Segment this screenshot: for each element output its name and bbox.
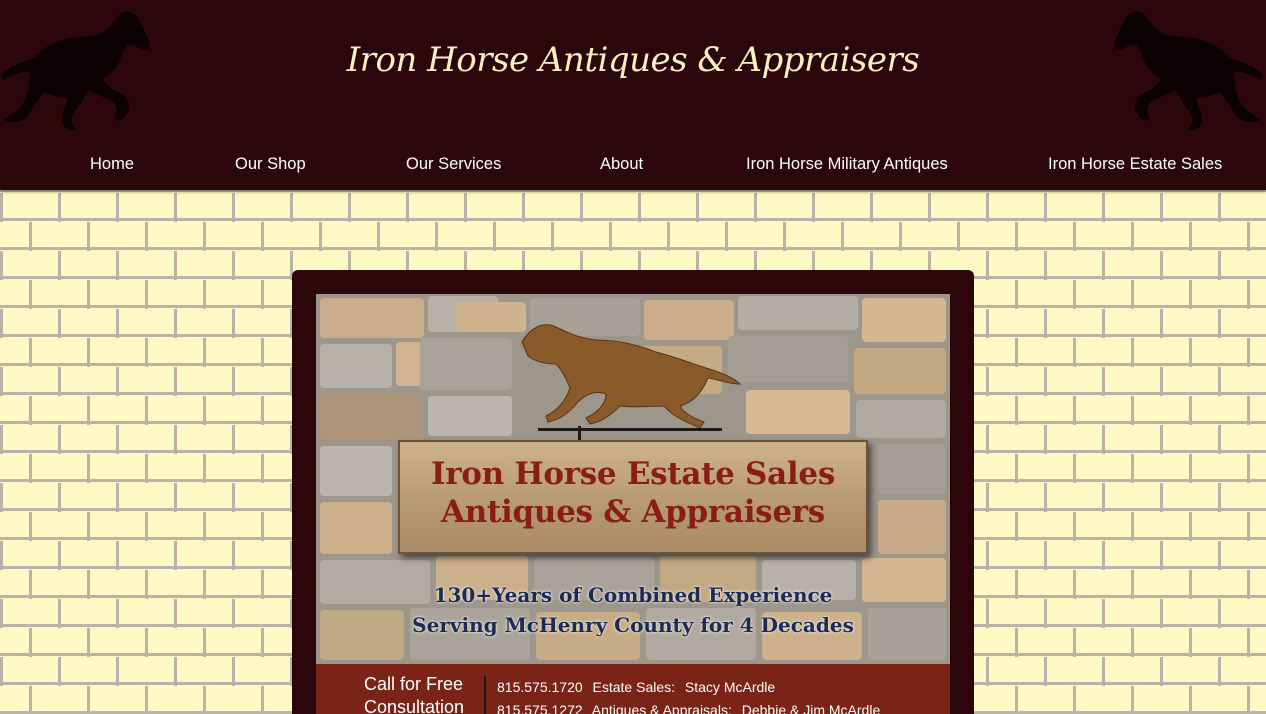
contact-names: Stacy McArdle: [684, 679, 776, 695]
contact-phone: 815.575.1272: [497, 702, 583, 714]
wooden-sign: Iron Horse Estate Sales Antiques & Appra…: [398, 440, 868, 554]
contact-band: Call for Free Consultation 815.575.1720 …: [316, 664, 950, 714]
nav-link-estate-sales[interactable]: Iron Horse Estate Sales: [1048, 155, 1222, 174]
sign-line-2: Antiques & Appraisers: [441, 494, 825, 530]
brick-row: [0, 193, 1266, 222]
tagline-experience: 130+Years of Combined Experience: [433, 583, 833, 607]
business-ad-image[interactable]: Iron Horse Estate Sales Antiques & Appra…: [316, 294, 950, 714]
tagline-service-area: Serving McHenry County for 4 Decades: [412, 613, 854, 637]
cta-line-1: Call for Free: [364, 674, 464, 694]
horse-silhouette-icon: [1114, 11, 1263, 131]
nav-link-military-antiques[interactable]: Iron Horse Military Antiques: [746, 155, 948, 174]
contact-divider: [484, 676, 486, 714]
nav-link-about[interactable]: About: [600, 155, 643, 174]
nav-link-our-shop[interactable]: Our Shop: [235, 155, 306, 174]
cta-line-2: Consultation: [364, 697, 465, 714]
contact-role: Antiques & Appraisals:: [591, 702, 732, 714]
nav-link-home[interactable]: Home: [90, 155, 134, 174]
contact-row-antiques: 815.575.1272 Antiques & Appraisals: Debb…: [497, 702, 886, 714]
contact-row-estate-sales: 815.575.1720 Estate Sales: Stacy McArdle: [497, 679, 781, 695]
contact-names: Debbie & Jim McArdle: [741, 702, 881, 714]
site-title[interactable]: Iron Horse Antiques & Appraisers: [0, 40, 1266, 80]
featured-ad-panel: Iron Horse Estate Sales Antiques & Appra…: [292, 270, 974, 714]
contact-role: Estate Sales:: [592, 679, 676, 695]
sign-line-1: Iron Horse Estate Sales: [431, 456, 835, 492]
brick-row: [0, 222, 1266, 251]
contact-phone: 815.575.1720: [497, 679, 583, 695]
main-navigation: Home Our Shop Our Services About Iron Ho…: [0, 155, 1266, 181]
site-header: Iron Horse Antiques & Appraisers Home Ou…: [0, 0, 1266, 190]
nav-link-our-services[interactable]: Our Services: [406, 155, 501, 174]
